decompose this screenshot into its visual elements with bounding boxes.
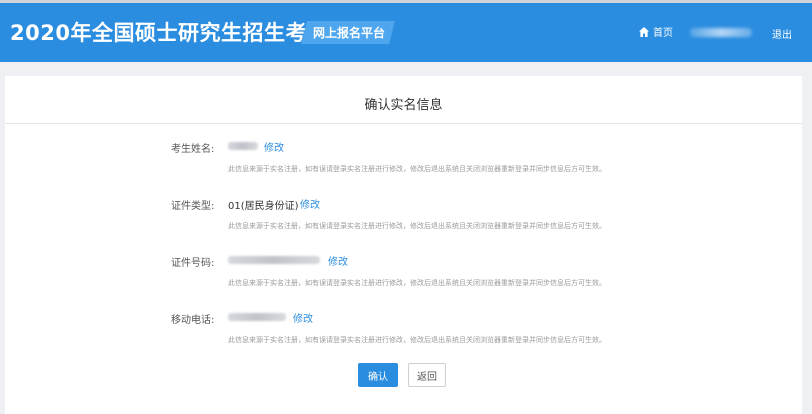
back-button[interactable]: 返回 [408, 363, 446, 387]
phone-field-note: 此信息来源于实名注册，如有误请登录实名注册进行修改，修改后退出系统且关闭浏览器重… [228, 336, 606, 344]
edit-id-number-link[interactable]: 修改 [328, 253, 348, 268]
name-field-note: 此信息来源于实名注册，如有误请登录实名注册进行修改，修改后退出系统且关闭浏览器重… [228, 165, 606, 173]
edit-id-type-link[interactable]: 修改 [300, 196, 320, 211]
logout-link[interactable]: 退出 [772, 26, 792, 41]
id-type-field-label: 证件类型: [171, 201, 215, 212]
id-number-value-redacted [228, 256, 320, 264]
app-title: 2020年全国硕士研究生招生考试 [10, 21, 329, 45]
card-divider [5, 123, 802, 124]
edit-name-link[interactable]: 修改 [264, 139, 284, 154]
confirm-identity-card: 确认实名信息 考生姓名: 修改 此信息来源于实名注册，如有误请登录实名注册进行修… [5, 76, 802, 414]
header-top-border [0, 0, 812, 3]
name-value-redacted [228, 142, 258, 150]
name-field-label: 考生姓名: [171, 144, 215, 155]
phone-value-redacted [228, 313, 286, 321]
top-header: 2020年全国硕士研究生招生考试 网上报名平台 首页 退出 [0, 0, 812, 62]
edit-phone-link[interactable]: 修改 [293, 310, 313, 325]
id-number-field-label: 证件号码: [171, 258, 215, 269]
platform-badge: 网上报名平台 [313, 26, 386, 40]
confirm-button[interactable]: 确认 [358, 363, 398, 387]
phone-field-label: 移动电话: [171, 315, 215, 326]
home-link[interactable]: 首页 [638, 24, 673, 39]
home-label: 首页 [653, 28, 673, 39]
id-number-field-note: 此信息来源于实名注册，如有误请登录实名注册进行修改，修改后退出系统且关闭浏览器重… [228, 279, 606, 287]
username-redacted [690, 28, 752, 37]
id-type-field-note: 此信息来源于实名注册，如有误请登录实名注册进行修改，修改后退出系统且关闭浏览器重… [228, 222, 606, 230]
home-icon [639, 26, 649, 37]
card-title: 确认实名信息 [364, 98, 443, 113]
id-type-value: 01(居民身份证) [228, 201, 299, 212]
